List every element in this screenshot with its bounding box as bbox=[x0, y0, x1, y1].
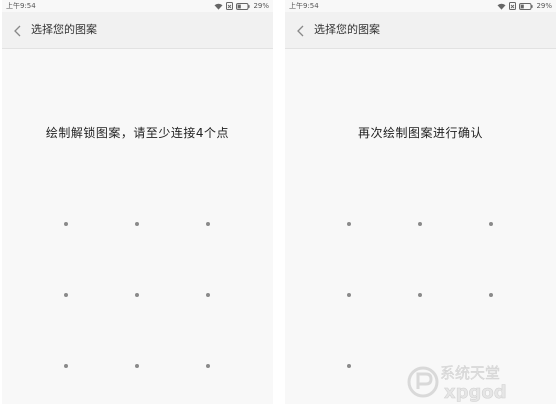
divider bbox=[275, 0, 283, 404]
pattern-dot-7[interactable] bbox=[347, 364, 351, 368]
watermark-logo: 系统天堂 xpgod bbox=[404, 358, 554, 403]
pattern-dot-5[interactable] bbox=[135, 293, 139, 297]
svg-text:系统天堂: 系统天堂 bbox=[440, 364, 500, 382]
pattern-dot-7[interactable] bbox=[64, 364, 68, 368]
pattern-dot-4[interactable] bbox=[64, 293, 68, 297]
screen-confirm-pattern: 上午9:54 29% 选择您的图案 再次绘制图案进行确认 bbox=[285, 0, 556, 404]
pattern-dot-4[interactable] bbox=[347, 293, 351, 297]
pattern-grid[interactable] bbox=[285, 0, 556, 404]
pattern-grid[interactable] bbox=[2, 0, 273, 404]
pattern-dot-2[interactable] bbox=[418, 222, 422, 226]
pattern-dot-6[interactable] bbox=[489, 293, 493, 297]
pattern-dot-1[interactable] bbox=[347, 222, 351, 226]
pattern-dot-6[interactable] bbox=[206, 293, 210, 297]
pattern-dot-8[interactable] bbox=[135, 364, 139, 368]
screen-draw-pattern: 上午9:54 29% 选择您的图案 绘制解锁图案，请至少连接4个点 bbox=[2, 0, 273, 404]
svg-text:xpgod: xpgod bbox=[444, 382, 507, 402]
pattern-dot-2[interactable] bbox=[135, 222, 139, 226]
pattern-dot-1[interactable] bbox=[64, 222, 68, 226]
comparison-stage: 上午9:54 29% 选择您的图案 绘制解锁图案，请至少连接4个点 上午9:54… bbox=[0, 0, 558, 404]
pattern-dot-9[interactable] bbox=[206, 364, 210, 368]
pattern-dot-5[interactable] bbox=[418, 293, 422, 297]
pattern-dot-3[interactable] bbox=[206, 222, 210, 226]
pattern-dot-3[interactable] bbox=[489, 222, 493, 226]
